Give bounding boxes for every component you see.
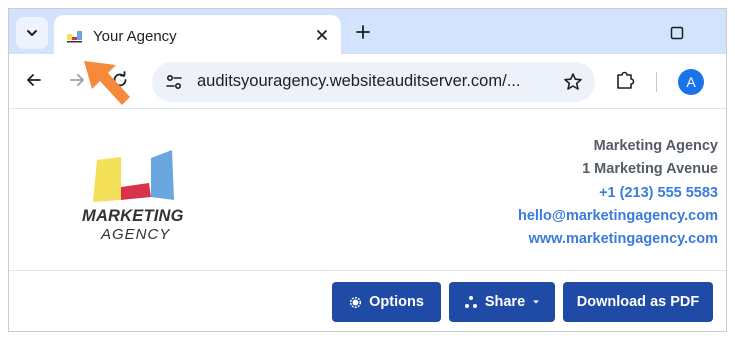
url-text[interactable]: auditsyouragency.websiteauditserver.com/… [197,72,520,91]
caret-down-icon [533,300,540,304]
active-tab[interactable]: Your Agency [54,15,341,54]
logo-text-line2: AGENCY [101,226,171,243]
browser-window: Your Agency auditsyouragency.websiteaudi… [8,8,727,332]
new-tab-button[interactable] [350,19,376,45]
tab-close-button[interactable] [311,24,333,46]
close-icon [317,30,327,40]
options-button[interactable]: Options [332,282,441,322]
logo-text-line1: MARKETING [82,207,184,225]
gear-icon [350,296,362,308]
tab-strip: Your Agency [9,9,726,54]
maximize-icon [670,26,684,40]
profile-avatar[interactable]: A [678,69,704,95]
options-label: Options [369,294,424,310]
share-icon [464,296,477,308]
content-divider [9,270,726,271]
page-content: MARKETING AGENCY Marketing Agency 1 Mark… [9,110,726,331]
address-bar[interactable]: auditsyouragency.websiteauditserver.com/… [152,62,595,102]
site-info-icon[interactable] [164,72,184,92]
agency-phone-link[interactable]: +1 (213) 555 5583 [518,182,718,205]
extensions-button[interactable] [612,66,638,94]
tab-title: Your Agency [93,28,177,45]
agency-name: Marketing Agency [593,138,718,154]
plus-icon [356,25,370,39]
share-label: Share [484,294,526,310]
maximize-button[interactable] [665,21,689,45]
tab-search-button[interactable] [16,17,48,49]
agency-website-link[interactable]: www.marketingagency.com [518,228,718,251]
agency-address: 1 Marketing Avenue [582,161,718,178]
tab-favicon-icon [67,31,82,43]
chevron-down-icon [27,30,37,36]
cursor-arrow-icon [84,61,130,105]
download-pdf-button[interactable]: Download as PDF [563,282,713,322]
back-button[interactable] [21,67,47,93]
agency-email-link[interactable]: hello@marketingagency.com [518,205,718,228]
extensions-icon [617,71,635,89]
bookmark-button[interactable] [561,70,585,94]
toolbar-divider [656,72,657,92]
download-label: Download as PDF [576,294,700,310]
share-button[interactable]: Share [449,282,555,322]
agency-contact-block: Marketing Agency 1 Marketing Avenue +1 (… [518,135,718,251]
star-icon [564,73,582,90]
back-arrow-icon [27,74,41,86]
